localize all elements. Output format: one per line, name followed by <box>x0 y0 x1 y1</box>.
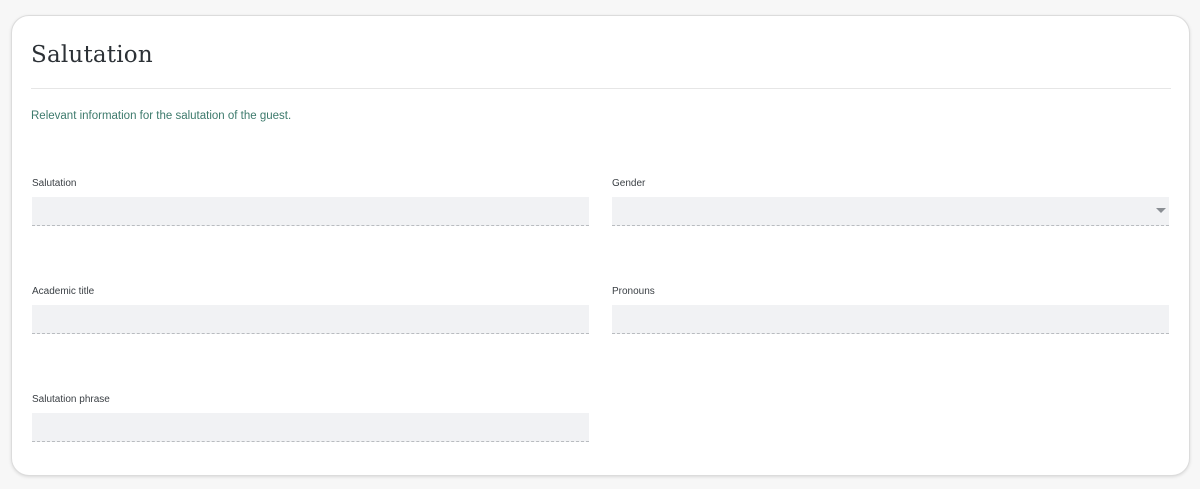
salutation-card: Salutation Relevant information for the … <box>11 15 1190 476</box>
pronouns-input-wrapper <box>612 305 1169 334</box>
academic-title-input-wrapper <box>32 305 589 334</box>
salutation-input[interactable] <box>32 197 589 225</box>
gender-field: Gender <box>612 178 1169 226</box>
gender-select[interactable] <box>612 197 1169 226</box>
gender-label: Gender <box>612 178 646 189</box>
salutation-field: Salutation <box>32 178 589 226</box>
salutation-phrase-input-wrapper <box>32 413 589 442</box>
pronouns-input[interactable] <box>612 305 1169 333</box>
chevron-down-icon[interactable] <box>1156 208 1166 213</box>
salutation-input-wrapper <box>32 197 589 226</box>
salutation-phrase-label: Salutation phrase <box>32 394 110 405</box>
salutation-phrase-field: Salutation phrase <box>32 394 589 442</box>
gender-select-value[interactable] <box>612 197 1169 225</box>
section-description: Relevant information for the salutation … <box>31 110 292 122</box>
pronouns-label: Pronouns <box>612 286 655 297</box>
section-title: Salutation <box>31 42 153 68</box>
section-divider <box>31 88 1171 89</box>
pronouns-field: Pronouns <box>612 286 1169 334</box>
academic-title-field: Academic title <box>32 286 589 334</box>
academic-title-label: Academic title <box>32 286 95 297</box>
salutation-label: Salutation <box>32 178 77 189</box>
salutation-phrase-input[interactable] <box>32 413 589 441</box>
academic-title-input[interactable] <box>32 305 589 333</box>
